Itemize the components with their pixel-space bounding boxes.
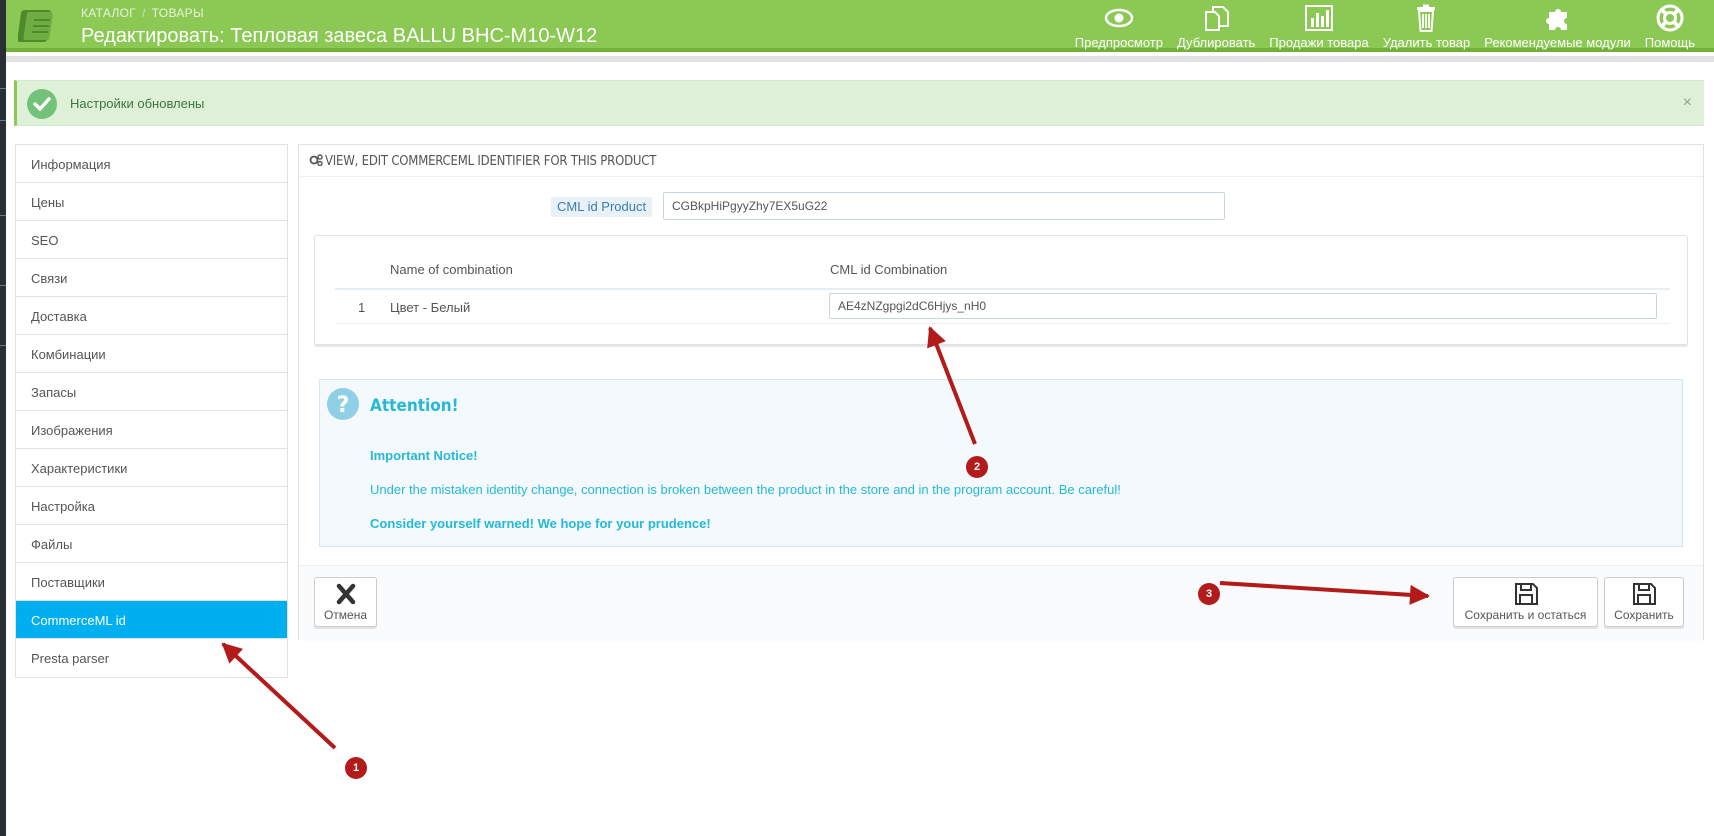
top-header: КАТАЛОГ / ТОВАРЫ Редактировать: Тепловая з… bbox=[6, 0, 1714, 52]
nav-item-seo[interactable]: SEO bbox=[16, 221, 287, 259]
column-header-name: Name of combination bbox=[390, 262, 513, 277]
combinations-table: Name of combination CML id Combination 1… bbox=[314, 235, 1688, 345]
breadcrumb-catalog[interactable]: КАТАЛОГ bbox=[81, 6, 136, 20]
nav-item-shipping[interactable]: Доставка bbox=[16, 297, 287, 335]
question-circle-icon: ? bbox=[327, 388, 359, 420]
row-divider bbox=[335, 323, 1670, 324]
nav-item-associations[interactable]: Связи bbox=[16, 259, 287, 297]
delete-product-label: Удалить товар bbox=[1382, 35, 1471, 50]
breadcrumb: КАТАЛОГ / ТОВАРЫ bbox=[81, 6, 204, 20]
row-number: 1 bbox=[358, 300, 366, 315]
left-edge-strip bbox=[0, 0, 6, 836]
nav-item-information[interactable]: Информация bbox=[16, 145, 287, 183]
recommended-modules-label: Рекомендуемые модули bbox=[1484, 35, 1631, 50]
attention-title: Attention! bbox=[370, 396, 459, 416]
product-sales-label: Продажи товара bbox=[1269, 35, 1369, 50]
save-and-stay-label: Сохранить и остаться bbox=[1464, 608, 1587, 622]
panel-footer: Отмена Сохранить и остаться Сохранить bbox=[299, 565, 1703, 641]
cml-id-product-input[interactable] bbox=[663, 192, 1225, 220]
lifebuoy-icon bbox=[1656, 4, 1684, 32]
panel-heading-text: VIEW, EDIT COMMERCEML IDENTIFIER FOR THI… bbox=[325, 154, 657, 169]
panel-heading: VIEW, EDIT COMMERCEML IDENTIFIER FOR THI… bbox=[299, 145, 1703, 177]
svg-text:?: ? bbox=[337, 393, 350, 418]
help-label: Помощь bbox=[1644, 35, 1695, 50]
cancel-label: Отмена bbox=[323, 608, 368, 622]
recommended-modules-button[interactable]: Рекомендуемые модули bbox=[1477, 4, 1638, 50]
floppy-disk-icon bbox=[1633, 583, 1656, 605]
nav-item-suppliers[interactable]: Поставщики bbox=[16, 563, 287, 601]
duplicate-label: Дублировать bbox=[1176, 35, 1256, 50]
product-tabs-nav: Информация Цены SEO Связи Доставка Комби… bbox=[15, 144, 288, 678]
alert-message: Настройки обновлены bbox=[70, 96, 205, 111]
nav-item-customization[interactable]: Настройка bbox=[16, 487, 287, 525]
logo-icon bbox=[18, 10, 53, 42]
annotation-badge-1: 1 bbox=[345, 757, 367, 779]
duplicate-button[interactable]: Дублировать bbox=[1170, 4, 1262, 50]
header-toolbar: Предпросмотр Дублировать Продажи товара … bbox=[1068, 4, 1702, 50]
check-circle-icon bbox=[27, 89, 57, 119]
nav-item-features[interactable]: Характеристики bbox=[16, 449, 287, 487]
help-button[interactable]: Помощь bbox=[1638, 4, 1702, 50]
attention-warning: Consider yourself warned! We hope for yo… bbox=[370, 516, 711, 531]
column-header-cml-id: CML id Combination bbox=[830, 262, 948, 277]
nav-item-prices[interactable]: Цены bbox=[16, 183, 287, 221]
cml-id-product-label: CML id Product bbox=[551, 197, 653, 217]
copy-icon bbox=[1205, 6, 1230, 31]
header-shadow bbox=[6, 56, 1714, 62]
nav-item-combinations[interactable]: Комбинации bbox=[16, 335, 287, 373]
cml-id-combination-input[interactable] bbox=[829, 293, 1657, 319]
puzzle-icon bbox=[1545, 9, 1567, 30]
bar-chart-icon bbox=[1305, 5, 1333, 31]
nav-item-commerceml-id[interactable]: CommerceML id bbox=[16, 601, 287, 639]
save-and-stay-button[interactable]: Сохранить и остаться bbox=[1453, 577, 1598, 627]
save-button[interactable]: Сохранить bbox=[1604, 577, 1684, 627]
product-sales-button[interactable]: Продажи товара bbox=[1262, 4, 1375, 50]
success-alert: Настройки обновлены × bbox=[14, 80, 1704, 126]
save-label: Сохранить bbox=[1614, 608, 1674, 622]
floppy-disk-icon bbox=[1514, 583, 1538, 605]
nav-item-images[interactable]: Изображения bbox=[16, 411, 287, 449]
preview-label: Предпросмотр bbox=[1074, 35, 1163, 50]
attention-box: ? Attention! Important Notice! Under the… bbox=[319, 379, 1683, 547]
nav-item-presta-parser[interactable]: Presta parser bbox=[16, 639, 287, 677]
attention-notice: Important Notice! bbox=[370, 448, 478, 463]
combination-name: Цвет - Белый bbox=[390, 300, 471, 315]
preview-button[interactable]: Предпросмотр bbox=[1068, 4, 1170, 50]
attention-body: Under the mistaken identity change, conn… bbox=[370, 482, 1121, 497]
breadcrumb-products[interactable]: ТОВАРЫ bbox=[152, 6, 204, 20]
commerceml-panel: VIEW, EDIT COMMERCEML IDENTIFIER FOR THI… bbox=[298, 144, 1704, 641]
delete-product-button[interactable]: Удалить товар bbox=[1376, 4, 1478, 50]
annotation-badge-2: 2 bbox=[966, 456, 988, 478]
annotation-badge-3: 3 bbox=[1198, 583, 1220, 605]
nav-item-files[interactable]: Файлы bbox=[16, 525, 287, 563]
cancel-button[interactable]: Отмена bbox=[314, 577, 377, 627]
gears-icon bbox=[309, 154, 323, 167]
close-icon bbox=[336, 583, 355, 605]
close-icon[interactable]: × bbox=[1683, 94, 1692, 112]
page-title: Редактировать: Тепловая завеса BALLU BHC… bbox=[81, 25, 598, 47]
header-divider bbox=[335, 288, 1670, 290]
eye-icon bbox=[1104, 8, 1134, 28]
nav-item-stock[interactable]: Запасы bbox=[16, 373, 287, 411]
trash-icon bbox=[1417, 4, 1436, 32]
